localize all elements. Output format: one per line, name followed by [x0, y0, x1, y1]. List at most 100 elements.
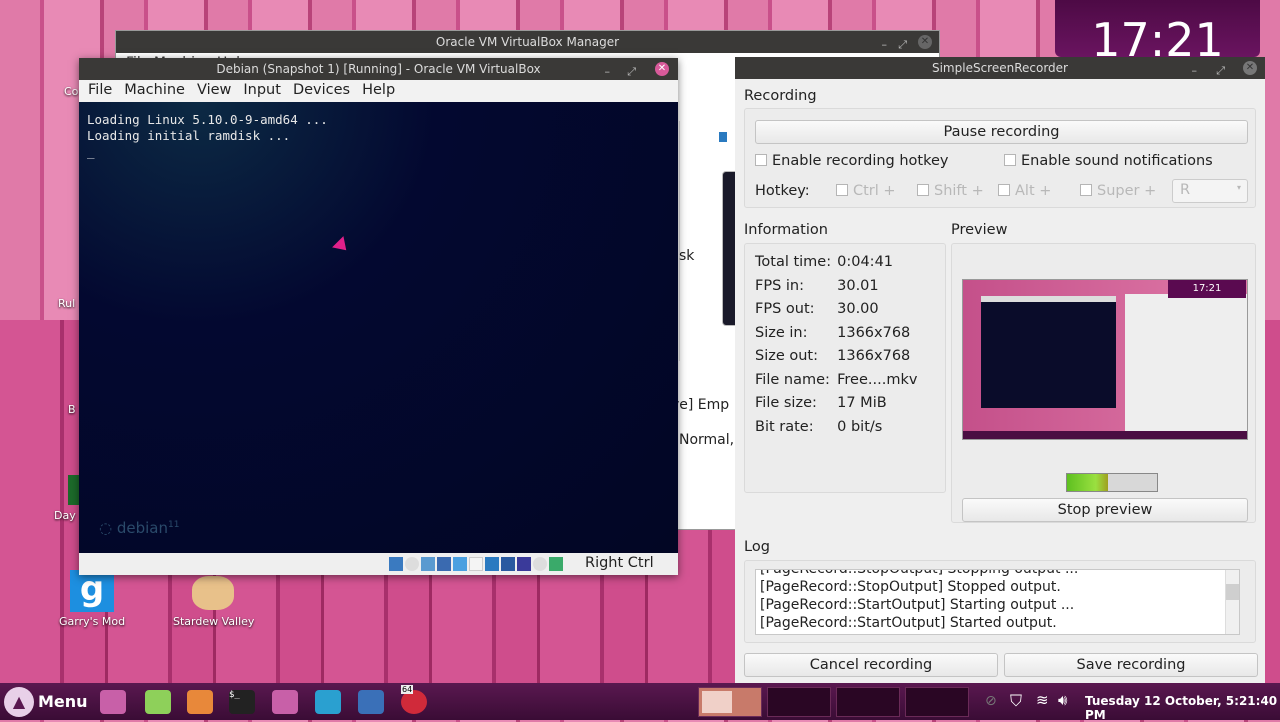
window-title: Oracle VM VirtualBox Manager	[435, 35, 620, 49]
workspace-4[interactable]	[905, 687, 969, 717]
workspace-3[interactable]	[836, 687, 900, 717]
hotkey-key-select[interactable]: R ▾	[1172, 179, 1248, 203]
audio-level-meter	[1066, 473, 1158, 492]
optical-drive-icon[interactable]	[405, 557, 419, 571]
info-row: Bit rate: 0 bit/s	[755, 418, 917, 442]
desktop-icon-label[interactable]: Garry's Mod	[59, 615, 125, 628]
desktop-icon-label[interactable]: Day	[54, 509, 76, 522]
network-icon[interactable]	[437, 557, 451, 571]
save-recording-button[interactable]: Save recording	[1004, 653, 1258, 677]
mouse-integration-icon[interactable]	[533, 557, 547, 571]
firefox-icon[interactable]	[187, 690, 213, 714]
debian-logo: ◌ debian11	[99, 519, 180, 537]
preview-heading: Preview	[951, 222, 1008, 238]
info-value: 1366x768	[837, 324, 911, 341]
preview-image: 17:21	[962, 279, 1248, 440]
stardew-valley-icon[interactable]	[192, 576, 234, 610]
simplescreenrecorder-window[interactable]: SimpleScreenRecorder – ⤢ ✕ Recording Pause…	[735, 57, 1265, 685]
desktop-icon-label[interactable]: Stardew Valley	[173, 615, 254, 628]
recording-icon[interactable]	[501, 557, 515, 571]
terminal-icon[interactable]: $_	[229, 690, 255, 714]
ctrl-checkbox[interactable]: Ctrl +	[836, 183, 896, 199]
menu-input[interactable]: Input	[243, 82, 281, 98]
console-line: Loading Linux 5.10.0-9-amd64 ...	[87, 112, 328, 127]
desktop-icon-label[interactable]: Co	[64, 85, 78, 98]
menu-button[interactable]: Menu	[38, 692, 88, 711]
info-key: FPS out:	[755, 301, 815, 317]
desktop-icon-label[interactable]: B	[68, 403, 76, 416]
log-line: [PageRecord::StopOutput] Stopped output.	[760, 579, 1061, 595]
mintinstall-icon[interactable]	[145, 690, 171, 714]
clock[interactable]: Tuesday 12 October, 5:21:40 PM	[1085, 694, 1280, 722]
info-value: 30.00	[837, 301, 879, 317]
host-key-label: Right Ctrl	[585, 555, 654, 571]
vm-screen[interactable]: Loading Linux 5.10.0-9-amd64 ... Loading…	[79, 102, 678, 553]
stop-preview-button[interactable]: Stop preview	[962, 498, 1248, 522]
clock-widget: 17:21	[1055, 0, 1260, 57]
vt-x-icon[interactable]	[517, 557, 531, 571]
shift-checkbox[interactable]: Shift +	[917, 183, 984, 199]
display-icon[interactable]	[485, 557, 499, 571]
vm-window[interactable]: Debian (Snapshot 1) [Running] - Oracle V…	[79, 58, 678, 575]
log-scrollbar[interactable]	[1225, 570, 1239, 634]
audio-icon[interactable]	[421, 557, 435, 571]
log-heading: Log	[744, 539, 770, 555]
menu-devices[interactable]: Devices	[293, 82, 350, 98]
close-button[interactable]: ✕	[655, 62, 669, 76]
info-value: Free....mkv	[837, 371, 918, 388]
title-bar: Oracle VM VirtualBox Manager – ⤢ ✕	[116, 31, 939, 53]
enable-hotkey-checkbox[interactable]: Enable recording hotkey	[755, 153, 948, 169]
menu-machine[interactable]: Machine	[124, 82, 185, 98]
shared-folders-icon[interactable]	[469, 557, 483, 571]
badge: 64	[401, 685, 414, 694]
info-key: File name:	[755, 371, 830, 388]
window-title: Debian (Snapshot 1) [Running] - Oracle V…	[216, 62, 541, 76]
mouse-pointer-icon	[332, 236, 352, 256]
enable-sound-checkbox[interactable]: Enable sound notifications	[1004, 153, 1213, 169]
log-textbox[interactable]: [PageRecord::StopOutput] Stopping output…	[755, 569, 1240, 635]
info-row: FPS in: 30.01	[755, 277, 917, 301]
menu-view[interactable]: View	[197, 82, 231, 98]
info-value: 30.01	[837, 277, 879, 294]
desktop-icon-label[interactable]: Rul	[58, 297, 75, 310]
alt-checkbox[interactable]: Alt +	[998, 183, 1051, 199]
show-desktop-icon[interactable]	[100, 690, 126, 714]
hard-disk-icon[interactable]	[389, 557, 403, 571]
window-title: SimpleScreenRecorder	[931, 61, 1068, 75]
info-row: File name: Free....mkv	[755, 371, 917, 395]
cancel-recording-button[interactable]: Cancel recording	[744, 653, 998, 677]
wifi-icon[interactable]: ≋	[1036, 691, 1049, 709]
screenshot-icon[interactable]	[358, 690, 384, 714]
maximize-button[interactable]: ⤢	[627, 61, 636, 83]
info-value: 0 bit/s	[837, 418, 883, 435]
super-checkbox[interactable]: Super +	[1080, 183, 1156, 199]
pause-recording-button[interactable]: Pause recording	[755, 120, 1248, 144]
shield-icon[interactable]: ⛉	[1010, 691, 1022, 711]
blocked-icon[interactable]: ⊘	[985, 693, 997, 709]
workspace-1[interactable]	[698, 687, 762, 717]
details-text: Normal,	[679, 432, 735, 448]
menu-logo-icon[interactable]: ▲	[4, 687, 34, 717]
info-row: Size in: 1366x768	[755, 324, 917, 348]
garrys-mod-icon[interactable]: g	[70, 570, 114, 612]
keyboard-capture-icon[interactable]	[549, 557, 563, 571]
workspace-2[interactable]	[767, 687, 831, 717]
console-line: Loading initial ramdisk ...	[87, 128, 291, 143]
details-text: ve] Emp	[671, 397, 730, 413]
info-key: File size:	[755, 395, 817, 411]
minimize-button[interactable]: –	[1192, 60, 1198, 82]
volume-icon[interactable]: 🔊︎	[1058, 691, 1067, 709]
minimize-button[interactable]: –	[605, 61, 611, 83]
info-value: 17 MiB	[837, 395, 887, 411]
files-icon[interactable]	[272, 690, 298, 714]
info-row: File size: 17 MiB	[755, 394, 917, 418]
menu-file[interactable]: File	[88, 82, 112, 98]
menu-help[interactable]: Help	[362, 82, 395, 98]
close-button[interactable]: ✕	[1243, 61, 1257, 75]
info-row: FPS out: 30.00	[755, 300, 917, 324]
usb-icon[interactable]	[453, 557, 467, 571]
maximize-button[interactable]: ⤢	[1216, 60, 1225, 82]
system-monitor-icon[interactable]	[315, 690, 341, 714]
details-text: sk	[679, 248, 695, 264]
information-heading: Information	[744, 222, 828, 238]
